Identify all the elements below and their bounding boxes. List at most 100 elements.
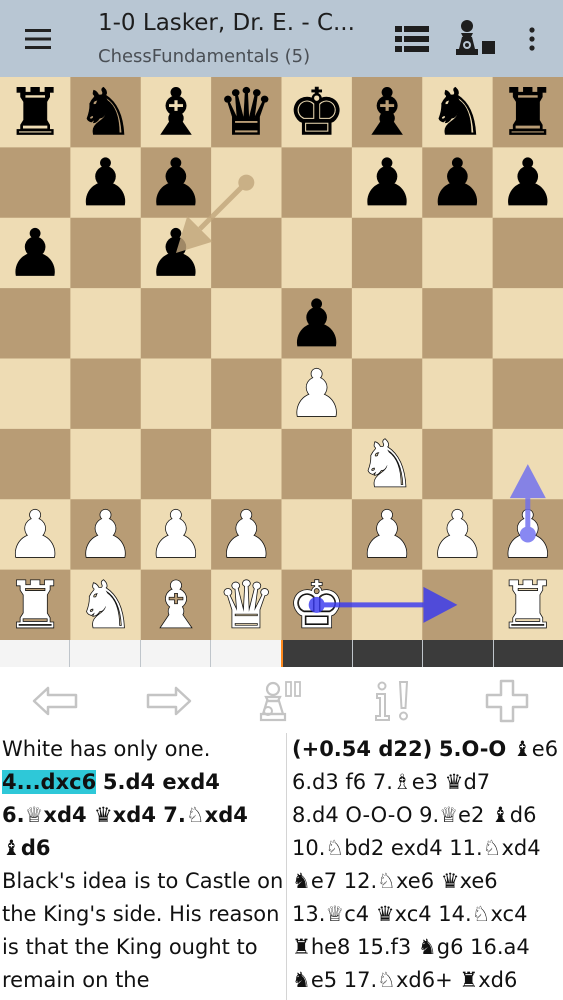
black-knight-b8[interactable]: ♞ [76,77,135,151]
move-text[interactable]: ♝e6 [513,737,558,761]
white-pawn-e4[interactable]: ♟ [287,356,347,433]
white-pawn-a2[interactable]: ♟ [5,497,65,574]
square-a4[interactable] [0,358,71,430]
arrow-origin [238,174,255,191]
square-c4[interactable] [140,358,212,430]
black-pawn-b7[interactable]: ♟ [76,146,135,222]
move-text[interactable]: 6.♕xd4 ♛xd4 7.♘xd4 [2,803,248,827]
app-toolbar: 1-0 Lasker, Dr. E. - C... ChessFundament… [0,0,563,77]
engine-pawn-icon[interactable] [450,18,500,60]
arrow-right-icon[interactable] [139,675,199,727]
move-text[interactable]: 5.d4 exd4 [103,770,220,794]
move-list-icon[interactable] [392,22,432,56]
game-title[interactable]: 1-0 Lasker, Dr. E. - C... [98,10,355,36]
progress-segment[interactable] [352,640,424,667]
progress-segment[interactable] [140,640,212,667]
black-knight-g8[interactable]: ♞ [428,77,487,151]
hamburger-menu-icon[interactable] [18,24,58,54]
progress-segment[interactable] [423,640,494,667]
square-a3[interactable] [0,428,71,500]
white-pawn-d2[interactable]: ♟ [216,497,276,574]
square-e2[interactable] [281,499,353,571]
engine-eval: (+0.54 d22) [292,737,433,761]
comment-moves: 4...dxc6 5.d4 exd4 6.♕xd4 ♛xd4 7.♘xd4 ♝d… [2,766,286,865]
square-g4[interactable] [422,358,494,430]
square-a5[interactable] [0,288,71,359]
square-e3[interactable] [281,428,353,500]
black-pawn-a6[interactable]: ♟ [6,216,65,292]
move-text[interactable]: 5.O-O [439,737,506,761]
pawn-gear-icon[interactable] [246,675,306,727]
square-b6[interactable] [70,217,142,289]
more-vertical-icon[interactable] [520,22,544,56]
comment-pane[interactable]: White has only one. 4...dxc6 5.d4 exd4 6… [0,733,286,1000]
arrow-left-icon[interactable] [25,675,85,727]
white-pawn-f2[interactable]: ♟ [357,497,417,574]
variation-line[interactable]: ♞e5 17.♘xd6+ ♜xd6 [292,964,560,997]
white-bishop-c1[interactable]: ♝ [146,568,206,640]
white-knight-b1[interactable]: ♞ [76,568,136,640]
engine-variation-pane[interactable]: (+0.54 d22) 5.O-O ♝e6 6.d3 f6 7.♗e3 ♛d7 … [292,733,560,1000]
black-pawn-f7[interactable]: ♟ [358,146,417,222]
black-rook-a8[interactable]: ♜ [6,77,65,151]
square-a7[interactable] [0,147,71,219]
square-f5[interactable] [351,288,423,359]
square-b4[interactable] [70,358,142,430]
white-rook-a1[interactable]: ♜ [5,568,65,640]
square-b5[interactable] [70,288,142,359]
square-f6[interactable] [351,217,423,289]
black-queen-d8[interactable]: ♛ [217,77,276,151]
square-e7[interactable] [281,147,353,219]
plus-icon[interactable] [477,675,537,727]
white-pawn-b2[interactable]: ♟ [76,497,136,574]
chess-board[interactable]: ♜♞♝♛♚♝♞♜♟♟♟♟♟♟♟♟♟♞♟♟♟♟♟♟♟♜♞♝♛♚♜ [0,77,563,640]
info-exclamation-icon[interactable] [362,675,422,727]
current-move[interactable]: 4...dxc6 [2,770,97,794]
progress-segment[interactable] [282,640,353,667]
black-pawn-g7[interactable]: ♟ [428,146,487,222]
square-f4[interactable] [351,358,423,430]
square-c3[interactable] [140,428,212,500]
progress-segment[interactable] [493,640,563,667]
square-d4[interactable] [211,358,282,430]
white-queen-d1[interactable]: ♛ [216,568,276,640]
square-g6[interactable] [422,217,494,289]
square-h5[interactable] [492,288,563,359]
variation-line[interactable]: ♜he8 15.f3 ♞g6 16.a4 [292,931,560,964]
square-b3[interactable] [70,428,142,500]
pane-divider [286,733,287,1000]
square-g3[interactable] [422,428,494,500]
game-progress-bar[interactable] [0,640,563,667]
progress-segment[interactable] [70,640,141,667]
square-g5[interactable] [422,288,494,359]
black-king-e8[interactable]: ♚ [287,77,346,151]
square-h4[interactable] [492,358,563,430]
white-knight-f3[interactable]: ♞ [357,427,417,504]
arrow-origin [519,526,536,543]
black-pawn-c7[interactable]: ♟ [147,146,206,222]
black-rook-h8[interactable]: ♜ [498,77,557,151]
black-bishop-f8[interactable]: ♝ [358,77,417,151]
variation-line[interactable]: ♞e7 12.♘xe6 ♛xe6 [292,865,560,898]
variation-line[interactable]: 8.d4 O-O-O 9.♕e2 ♝d6 [292,799,560,832]
black-pawn-h7[interactable]: ♟ [498,146,557,222]
move-text[interactable]: ♝d6 [2,836,50,860]
square-e6[interactable] [281,217,353,289]
black-pawn-e5[interactable]: ♟ [287,287,346,363]
variation-line[interactable]: 10.♘bd2 exd4 11.♘xd4 [292,832,560,865]
square-d6[interactable] [211,217,282,289]
white-rook-h1[interactable]: ♜ [498,568,558,640]
square-h6[interactable] [492,217,563,289]
variation-line[interactable]: 6.d3 f6 7.♗e3 ♛d7 [292,766,560,799]
white-pawn-g2[interactable]: ♟ [428,497,488,574]
black-bishop-c8[interactable]: ♝ [147,77,206,151]
progress-segment[interactable] [211,640,283,667]
square-c5[interactable] [140,288,212,359]
white-pawn-c2[interactable]: ♟ [146,497,206,574]
arrow-origin [308,596,325,613]
square-d5[interactable] [211,288,282,359]
game-subtitle[interactable]: ChessFundamentals (5) [98,46,310,67]
progress-segment[interactable] [0,640,71,667]
square-d3[interactable] [211,428,282,500]
variation-line[interactable]: 13.♕c4 ♛xc4 14.♘xc4 [292,898,560,931]
